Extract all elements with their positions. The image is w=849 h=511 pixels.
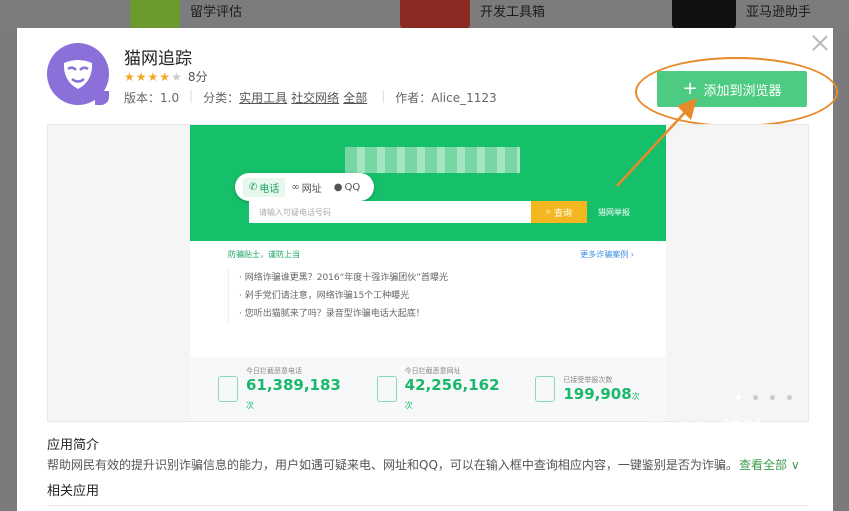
tab-url[interactable]: ∞ 网址 xyxy=(285,178,327,197)
stat-label: 已接受举报次数 xyxy=(563,376,613,384)
app-screenshot: ✆ 电话 ∞ 网址 ● QQ 请输入可疑电话号码 ⌕ 查询 猎网举报 防骗贴士，谨防上… xyxy=(190,125,666,421)
stat-value: 61,389,183次 xyxy=(245,376,341,410)
watermark-url: jingyan.baidu.com xyxy=(652,473,754,486)
query-tabs: ✆ 电话 ∞ 网址 ● QQ xyxy=(235,173,375,201)
bg-app-icon xyxy=(672,0,736,30)
stat-report: 已接受举报次数 199,908次 xyxy=(507,357,666,421)
close-icon[interactable] xyxy=(811,34,829,52)
tab-label: 电话 xyxy=(259,183,280,195)
mask-glyph xyxy=(63,60,93,89)
rating: ★ ★ ★ ★ ★ 8分 xyxy=(124,68,207,85)
stat-label: 今日拦截恶意电话 xyxy=(245,367,302,375)
bg-app-name: 留学评估 xyxy=(190,5,243,20)
bg-app-card-2: 开发工具箱 xyxy=(400,0,545,30)
tab-phone[interactable]: ✆ 电话 xyxy=(243,177,286,197)
blurred-logo xyxy=(345,147,520,173)
tips-list: · 网络诈骗谁更黑？2016“年度十强诈骗团伙”首曝光 · 剁手党们请注意，网络… xyxy=(228,269,551,323)
view-all-link[interactable]: 查看全部 ∨ xyxy=(739,456,800,473)
divider: | xyxy=(189,89,194,103)
stat-value: 42,256,162次 xyxy=(404,376,500,410)
tip-item[interactable]: · 剁手党们请注意，网络诈骗15个工种曝光 xyxy=(239,287,551,305)
stat-label: 今日拦截恶意网址 xyxy=(404,367,461,375)
version-label: 版本：1.0 xyxy=(124,91,180,105)
query-button[interactable]: ⌕ 查询 xyxy=(531,201,587,223)
phone-icon: ✆ xyxy=(249,181,258,193)
tips-more-link[interactable]: 更多诈骗案例 › xyxy=(580,249,634,260)
carousel-dots xyxy=(724,395,792,400)
category-label: 分类： xyxy=(203,91,240,105)
stat-url: 今日拦截恶意网址 42,256,162次 xyxy=(349,357,508,421)
search-icon: ⌕ xyxy=(546,207,554,217)
tip-item[interactable]: · 您听出猫腻来了吗？录音型诈骗电话大起底！ xyxy=(239,305,551,323)
mask-icon xyxy=(47,43,109,105)
bg-app-name: 开发工具箱 xyxy=(480,5,546,20)
star-icon: ★ xyxy=(124,69,135,84)
tab-label: 网址 xyxy=(301,183,322,195)
stats-bar: 今日拦截恶意电话 61,389,183次 今日拦截恶意网址 42,256,162… xyxy=(190,357,666,421)
app-title: 猫网追踪 xyxy=(124,49,192,69)
tips-title: 防骗贴士，谨防上当 xyxy=(228,250,300,259)
app-meta: 版本：1.0 | 分类： 实用工具 社交网络 全部 | 作者：Alice_112… xyxy=(124,89,497,106)
carousel-dot[interactable] xyxy=(770,395,775,400)
screenshot-carousel[interactable]: ✆ 电话 ∞ 网址 ● QQ 请输入可疑电话号码 ⌕ 查询 猎网举报 防骗贴士，谨防上… xyxy=(47,124,809,422)
tab-label: QQ xyxy=(344,181,361,193)
related-divider xyxy=(47,505,807,506)
rating-score: 8分 xyxy=(187,70,208,84)
query-button-label: 查询 xyxy=(553,208,572,219)
baidu-watermark: Baidu经验 xyxy=(650,419,765,444)
blocked-url-icon xyxy=(376,376,397,402)
stat-phone: 今日拦截恶意电话 61,389,183次 xyxy=(190,357,349,421)
report-link[interactable]: 猎网举报 xyxy=(598,207,630,218)
bg-app-icon xyxy=(130,0,180,30)
carousel-dot[interactable] xyxy=(753,395,758,400)
bg-app-card-1: 留学评估 xyxy=(130,0,242,30)
intro-text: 帮助网民有效的提升识别诈骗信息的能力，用户如遇可疑来电、网址和QQ，可以在输入框… xyxy=(47,458,738,472)
carousel-dot[interactable] xyxy=(736,395,741,400)
category-link-all[interactable]: 全部 xyxy=(343,89,367,106)
stat-value: 199,908次 xyxy=(563,385,640,403)
category-link-tools[interactable]: 实用工具 xyxy=(239,89,287,106)
star-icon: ★ xyxy=(135,69,147,84)
star-icon: ★ xyxy=(147,69,159,84)
bg-app-name: 亚马逊助手 xyxy=(746,5,812,20)
report-book-icon xyxy=(535,376,556,402)
carousel-dot[interactable] xyxy=(787,395,792,400)
blocked-phone-icon xyxy=(218,376,238,402)
bg-app-card-3: 亚马逊助手 xyxy=(672,0,811,30)
related-title: 相关应用 xyxy=(47,484,100,499)
bg-app-icon xyxy=(400,0,470,30)
tip-item[interactable]: · 网络诈骗谁更黑？2016“年度十强诈骗团伙”首曝光 xyxy=(239,269,551,287)
category-link-social[interactable]: 社交网络 xyxy=(291,89,339,106)
intro-title: 应用简介 xyxy=(47,438,100,453)
phone-search-input[interactable]: 请输入可疑电话号码 xyxy=(249,201,531,223)
qq-icon: ● xyxy=(333,181,343,193)
star-icon: ★ xyxy=(159,69,171,84)
annotation-circle xyxy=(635,57,838,127)
star-empty-icon: ★ xyxy=(171,69,182,84)
divider: | xyxy=(381,89,386,103)
tab-qq[interactable]: ● QQ xyxy=(328,180,366,195)
link-icon: ∞ xyxy=(291,181,300,193)
author-label: 作者：Alice_1123 xyxy=(395,91,497,105)
